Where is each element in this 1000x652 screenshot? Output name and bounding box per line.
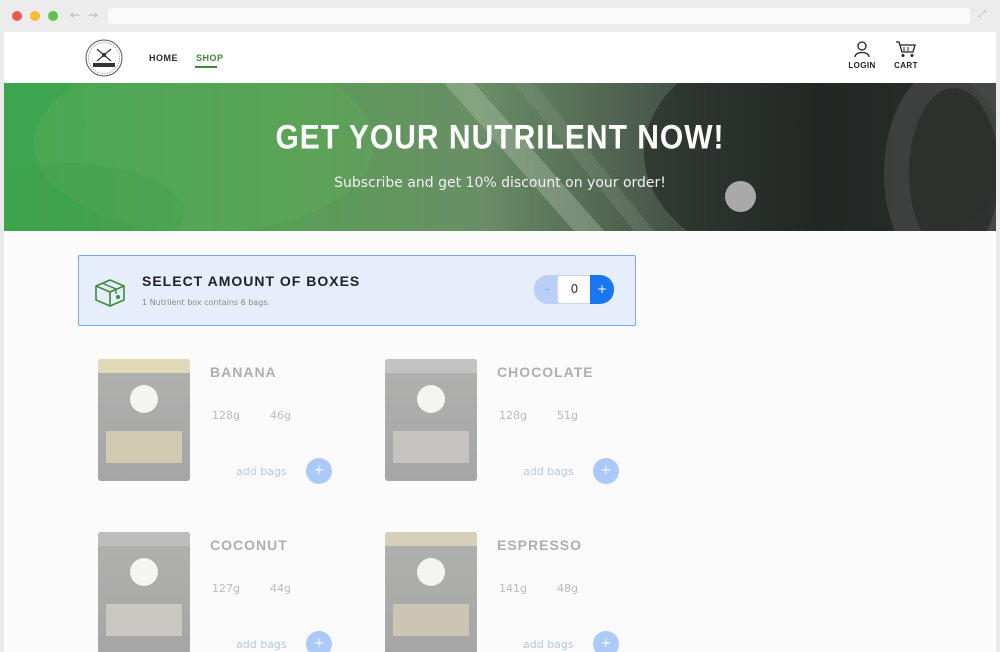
expand-icon[interactable]: ⤢ (978, 9, 990, 21)
login-label: LOGIN (848, 61, 876, 70)
add-bags-link[interactable]: add bags (236, 638, 287, 651)
product-card-coconut: COCONUT 127g 44g add bags + (98, 532, 358, 652)
product-stat-a: 141g (499, 582, 527, 595)
product-image (385, 359, 477, 481)
page-viewport: HOME SHOP LOGIN CART GET YOUR NUTRILENT … (4, 32, 996, 652)
nav-home-link[interactable]: HOME (149, 53, 178, 63)
browser-toolbar: ← → ⤢ (0, 0, 1000, 32)
site-header: HOME SHOP LOGIN CART (4, 32, 996, 83)
maximize-window-button[interactable] (48, 11, 58, 21)
increase-button[interactable]: + (590, 275, 614, 304)
product-name: BANANA (210, 364, 277, 380)
forward-arrow-icon[interactable]: → (88, 8, 98, 22)
cart-button[interactable]: CART (891, 40, 921, 70)
add-bags-link[interactable]: add bags (523, 638, 574, 651)
product-stat-b: 51g (557, 409, 578, 422)
product-stat-b: 46g (270, 409, 291, 422)
back-arrow-icon[interactable]: ← (70, 8, 80, 22)
add-bags-button[interactable]: + (306, 458, 332, 484)
hero-subtitle: Subscribe and get 10% discount on your o… (334, 175, 666, 191)
product-card-chocolate: CHOCOLATE 128g 51g add bags + (385, 359, 645, 499)
selector-description: 1 Nutrilent box contains 6 bags. (142, 298, 271, 307)
address-bar[interactable] (108, 8, 970, 24)
active-nav-underline (195, 66, 217, 68)
login-button[interactable]: LOGIN (847, 40, 877, 70)
product-name: COCONUT (210, 537, 288, 553)
nav-shop-link[interactable]: SHOP (196, 53, 224, 63)
product-name: CHOCOLATE (497, 364, 594, 380)
nutrilent-logo[interactable] (84, 38, 124, 78)
quantity-input[interactable]: 0 (557, 275, 592, 304)
product-name: ESPRESSO (497, 537, 583, 553)
close-window-button[interactable] (12, 11, 22, 21)
quantity-stepper: - 0 + (534, 275, 614, 304)
product-stat-a: 127g (212, 582, 240, 595)
product-image (98, 359, 190, 481)
add-bags-link[interactable]: add bags (523, 465, 574, 478)
box-icon (95, 279, 125, 307)
product-card-espresso: ESPRESSO 141g 48g add bags + (385, 532, 645, 652)
hero-banner: GET YOUR NUTRILENT NOW! Subscribe and ge… (4, 83, 996, 231)
cursor-indicator (725, 181, 756, 212)
add-bags-button[interactable]: + (306, 631, 332, 652)
product-stat-b: 44g (270, 582, 291, 595)
add-bags-link[interactable]: add bags (236, 465, 287, 478)
add-bags-button[interactable]: + (593, 458, 619, 484)
product-image (385, 532, 477, 652)
selector-title: SELECT AMOUNT OF BOXES (142, 273, 361, 289)
product-card-banana: BANANA 128g 46g add bags + (98, 359, 358, 499)
product-stat-b: 48g (557, 582, 578, 595)
browser-window: ← → ⤢ HOME SHOP LOGIN CART GET YOUR NUTR… (0, 0, 1000, 652)
box-amount-selector: SELECT AMOUNT OF BOXES 1 Nutrilent box c… (78, 255, 636, 326)
add-bags-button[interactable]: + (593, 631, 619, 652)
minimize-window-button[interactable] (30, 11, 40, 21)
user-icon (854, 41, 870, 58)
hero-title: GET YOUR NUTRILENT NOW! (275, 118, 725, 157)
product-image (98, 532, 190, 652)
cart-label: CART (894, 61, 918, 70)
product-stat-a: 128g (499, 409, 527, 422)
cart-icon (896, 41, 916, 57)
product-stat-a: 128g (212, 409, 240, 422)
